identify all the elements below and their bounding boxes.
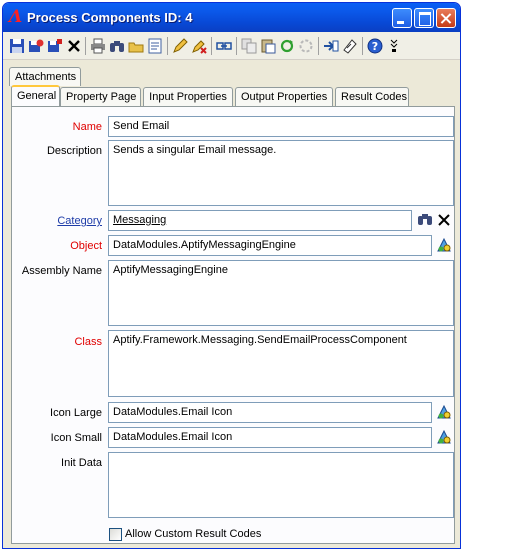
tab-attachments[interactable]: Attachments [9,67,81,86]
open-folder-icon[interactable] [128,38,144,54]
tab-row-secondary: Attachments [3,67,460,86]
icon-small-field[interactable]: DataModules.Email Icon [108,427,432,448]
icon-large-field[interactable]: DataModules.Email Icon [108,402,432,423]
category-field[interactable]: Messaging [108,210,412,231]
name-field[interactable]: Send Email [108,116,454,137]
help-icon[interactable]: ? [367,38,383,54]
allow-custom-result-codes-label[interactable]: Allow Custom Result Codes [125,528,261,540]
tab-output-properties[interactable]: Output Properties [235,87,333,106]
description-field[interactable]: Sends a singular Email message. [108,140,454,206]
toolbar: ? [3,32,460,60]
title-bar[interactable]: Λ Process Components ID: 4 [3,3,460,32]
refresh-icon[interactable] [279,38,295,54]
object-label: Object [70,240,102,252]
name-label: Name [72,121,102,133]
toolbar-separator [236,37,237,55]
toolbar-separator [362,37,363,55]
allow-custom-result-codes-checkbox[interactable] [109,528,122,541]
general-tab-panel: Name Send Email Description Sends a sing… [11,106,455,544]
category-value: Messaging [113,214,167,226]
icon-large-label: Icon Large [50,407,102,419]
record-properties-icon[interactable] [147,38,163,54]
history-icon[interactable] [298,38,314,54]
toolbar-overflow-chevron-icon[interactable] [390,38,406,54]
notes-icon[interactable] [342,38,358,54]
assembly-name-label: Assembly Name [21,265,102,277]
cancel-edit-icon[interactable] [191,38,207,54]
import-record-icon[interactable] [323,38,339,54]
init-data-field[interactable] [108,452,454,518]
save-and-close-icon[interactable] [47,38,63,54]
save-icon[interactable] [9,38,25,54]
edit-pencil-icon[interactable] [172,38,188,54]
class-field[interactable]: Aptify.Framework.Messaging.SendEmailProc… [108,330,454,397]
delete-icon[interactable] [66,38,82,54]
description-label: Description [46,145,102,157]
object-lookup-icon[interactable] [435,236,453,254]
tab-row-primary: General Property Page Input Properties O… [3,85,460,106]
object-field[interactable]: DataModules.AptifyMessagingEngine [108,235,432,256]
minimize-button[interactable] [392,8,412,28]
tab-input-properties[interactable]: Input Properties [143,87,233,106]
process-components-window: Λ Process Components ID: 4 ? Attachments… [2,2,461,549]
window-title: Process Components ID: 4 [27,10,193,25]
app-logo-icon: Λ [9,7,23,27]
copy-icon[interactable] [241,38,257,54]
tab-property-page[interactable]: Property Page [60,87,141,106]
class-label: Class [74,336,102,348]
icon-small-lookup-icon[interactable] [435,428,453,446]
find-binoculars-icon[interactable] [109,38,125,54]
paste-icon[interactable] [260,38,276,54]
category-clear-icon[interactable] [435,211,453,229]
tab-result-codes[interactable]: Result Codes [335,87,409,106]
toolbar-separator [167,37,168,55]
save-and-new-icon[interactable] [28,38,44,54]
link-records-icon[interactable] [216,38,232,54]
category-link-label[interactable]: Category [12,215,102,227]
assembly-name-field[interactable]: AptifyMessagingEngine [108,260,454,326]
toolbar-separator [211,37,212,55]
init-data-label: Init Data [61,457,102,469]
svg-text:?: ? [372,40,378,53]
tab-general[interactable]: General [11,85,60,106]
category-find-binoculars-icon[interactable] [416,211,434,229]
print-icon[interactable] [90,38,106,54]
icon-small-label: Icon Small [50,432,102,444]
icon-large-lookup-icon[interactable] [435,403,453,421]
close-button[interactable] [436,8,456,28]
toolbar-separator [318,37,319,55]
toolbar-separator [85,37,86,55]
maximize-button[interactable] [414,8,434,28]
